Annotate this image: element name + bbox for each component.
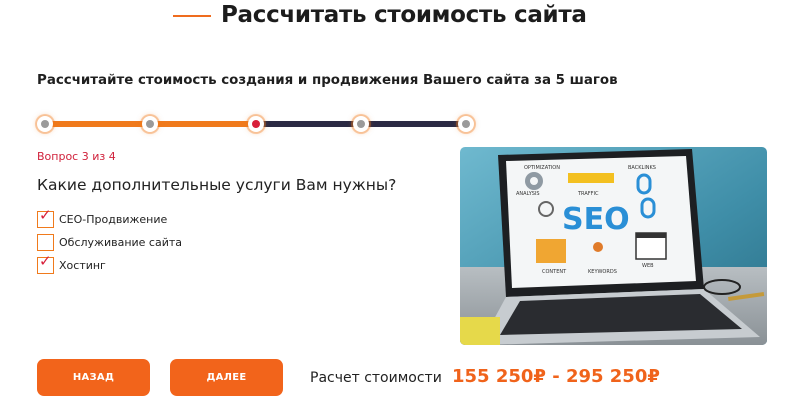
image-label: OPTIMIZATION [524, 165, 560, 171]
option-label: СЕО-Продвижение [59, 213, 168, 226]
progress-step-3 [248, 116, 264, 132]
image-label: BACKLINKS [628, 165, 656, 171]
option-label: Обслуживание сайта [59, 236, 183, 249]
image-label: KEYWORDS [588, 269, 617, 275]
title-accent-line [173, 15, 211, 17]
image-label: TRAFFIC [577, 191, 599, 197]
checkbox-hosting[interactable]: ✓ [37, 252, 54, 274]
checkbox-seo[interactable]: ✓ [37, 206, 54, 228]
option-hosting[interactable]: ✓ Хостинг [37, 254, 182, 277]
image-label: WEB [642, 263, 654, 269]
price-label: Расчет стоимости [310, 370, 442, 386]
image-label: CONTENT [542, 269, 567, 275]
progress-step-5 [458, 116, 474, 132]
back-button[interactable]: НАЗАД [37, 359, 150, 396]
progress-step-2 [142, 116, 158, 132]
progress-step-1 [37, 116, 53, 132]
page-header: Рассчитать стоимость сайта [0, 0, 790, 40]
option-maintenance[interactable]: Обслуживание сайта [37, 231, 182, 254]
question-counter: Вопрос 3 из 4 [37, 150, 116, 163]
options-list: ✓ СЕО-Продвижение Обслуживание сайта ✓ Х… [37, 208, 182, 277]
price-value: 155 250₽ - 295 250₽ [452, 366, 660, 387]
question-text: Какие дополнительные услуги Вам нужны? [37, 176, 397, 194]
check-icon: ✓ [39, 252, 52, 270]
image-label: ANALYSIS [516, 191, 540, 197]
seo-laptop-image: SEO OPTIMIZATION BACKLINKS ANALYSIS TRAF… [460, 147, 767, 345]
step-progress-bar [37, 116, 474, 132]
seo-text: SEO [562, 202, 630, 237]
calculator-subtitle: Рассчитайте стоимость создания и продвиж… [37, 73, 618, 88]
option-seo[interactable]: ✓ СЕО-Продвижение [37, 208, 182, 231]
progress-step-4 [353, 116, 369, 132]
checkbox-maintenance[interactable] [37, 234, 54, 251]
option-label: Хостинг [59, 259, 106, 272]
next-button[interactable]: ДАЛЕЕ [170, 359, 283, 396]
check-icon: ✓ [39, 206, 52, 224]
page-title: Рассчитать стоимость сайта [221, 2, 587, 28]
